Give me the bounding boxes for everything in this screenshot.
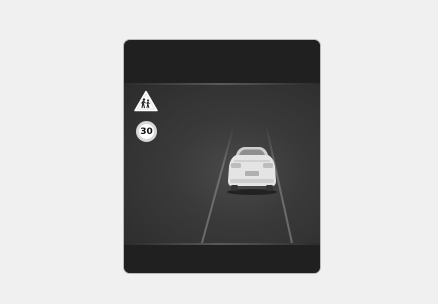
speed-limit-value: 30 xyxy=(140,126,153,137)
speed-limit-sign: 30 xyxy=(136,121,157,142)
instrument-cluster-display: 30 xyxy=(124,40,320,273)
bottom-status-strip xyxy=(124,245,320,273)
car-rear-icon xyxy=(227,147,277,195)
lane-road-graphic xyxy=(201,124,293,243)
top-status-strip xyxy=(124,40,320,83)
children-crossing-icon xyxy=(134,90,158,112)
